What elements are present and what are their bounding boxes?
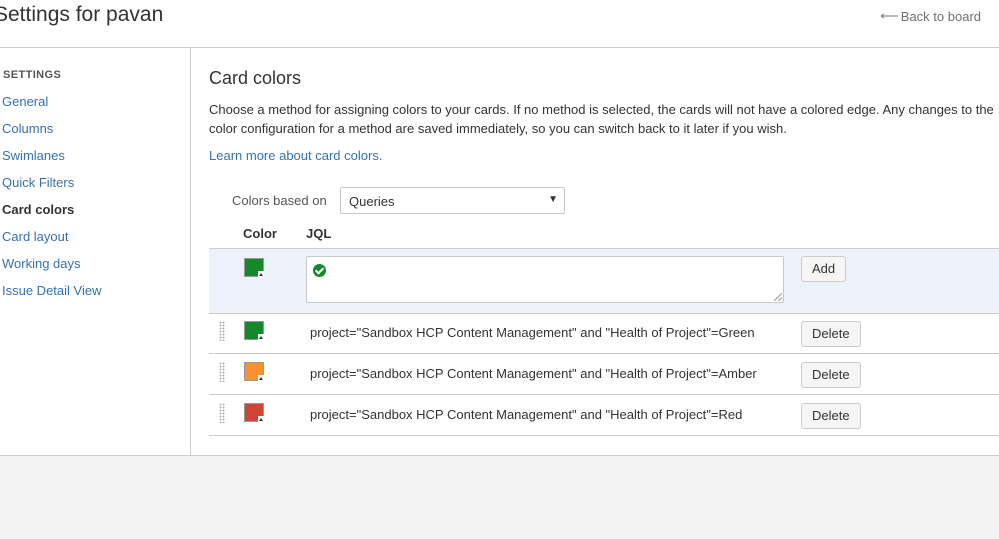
drag-handle-icon[interactable] [219,403,225,423]
rule-row: project="Sandbox HCP Content Management"… [209,355,999,395]
section-description: Choose a method for assigning colors to … [209,102,994,136]
page-title: Settings for pavan [0,3,164,26]
color-picker-caret-icon [258,416,264,422]
rule-color-swatch[interactable] [244,362,264,381]
learn-more-link[interactable]: Learn more about card colors. [209,148,382,163]
colors-based-on-select[interactable]: Queries ▼ [340,187,565,214]
resize-grip-icon[interactable] [774,293,782,301]
color-picker-caret-icon [258,334,264,340]
rule-row: project="Sandbox HCP Content Management"… [209,396,999,436]
rule-color-swatch[interactable] [244,321,264,340]
drag-handle-icon[interactable] [219,362,225,382]
caret-down-icon: ▼ [548,194,558,205]
back-to-board-link[interactable]: ⟵ Back to board [880,8,981,24]
sidebar-item-general[interactable]: General [2,94,48,109]
sidebar-item-card-layout[interactable]: Card layout [2,229,68,244]
jql-input[interactable] [306,256,784,303]
settings-sidebar: SETTINGS General Columns Swimlanes Quick… [0,48,191,455]
valid-check-icon [313,264,326,277]
sidebar-item-card-colors[interactable]: Card colors [2,202,74,217]
sidebar-item-columns[interactable]: Columns [2,121,53,136]
sidebar-item-issue-detail-view[interactable]: Issue Detail View [2,283,101,298]
colors-based-on-value: Queries [349,194,395,209]
rule-jql-text[interactable]: project="Sandbox HCP Content Management"… [310,325,755,340]
section-title: Card colors [209,68,302,88]
drag-handle-icon[interactable] [219,321,225,341]
column-header-color: Color [243,226,277,241]
color-picker-caret-icon [258,271,264,277]
column-header-jql: JQL [306,226,332,241]
color-picker-swatch[interactable] [244,258,264,277]
settings-page: Settings for pavan ⟵ Back to board SETTI… [0,0,999,456]
sidebar-item-working-days[interactable]: Working days [2,256,81,271]
page-header: Settings for pavan ⟵ Back to board [0,0,999,48]
add-button[interactable]: Add [801,256,847,282]
rule-jql-text[interactable]: project="Sandbox HCP Content Management"… [310,366,757,381]
delete-rule-button[interactable]: Delete [801,362,861,388]
back-to-board-label: Back to board [900,8,981,24]
rule-row: project="Sandbox HCP Content Management"… [209,314,999,354]
add-rule-row: Add [209,248,999,314]
rule-color-swatch[interactable] [244,403,264,422]
sidebar-item-swimlanes[interactable]: Swimlanes [2,148,65,163]
sidebar-heading: SETTINGS [3,69,62,81]
rule-jql-text[interactable]: project="Sandbox HCP Content Management"… [310,407,742,422]
color-picker-caret-icon [258,375,264,381]
colors-based-on-label: Colors based on [232,193,327,208]
delete-rule-button[interactable]: Delete [801,403,861,429]
arrow-left-icon: ⟵ [880,8,899,23]
delete-rule-button[interactable]: Delete [801,321,861,347]
sidebar-item-quick-filters[interactable]: Quick Filters [2,175,74,190]
